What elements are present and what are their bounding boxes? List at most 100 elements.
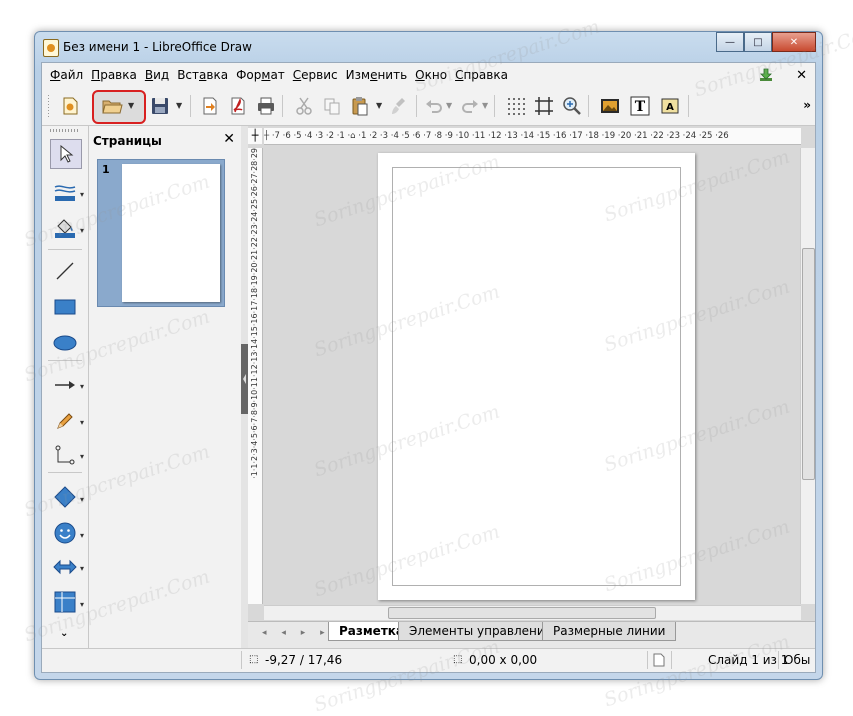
page-style-indicator: Обы [784,653,811,667]
update-download-icon[interactable] [758,67,774,83]
tab-controls[interactable]: Элементы управления [398,622,563,641]
pointer-arrow-icon [60,145,74,163]
zoom-magnifier-icon [563,97,581,115]
fill-color-tool[interactable] [50,214,80,242]
menu-tools-mnemonic: С [292,68,302,82]
horizontal-ruler[interactable]: ┼ ·7 ·6 ·5 ·4 ·3 ·2 ·1 ·⌂ ·1 ·2 ·3 ·4 ·5… [264,128,801,145]
menu-edit[interactable]: Правка [87,68,141,82]
open-dropdown-arrow[interactable]: ▼ [128,101,134,110]
print-button[interactable] [254,94,278,118]
insert-textbox-button[interactable]: T [628,94,652,118]
smiley-icon [54,522,76,544]
ellipse-icon [53,335,77,351]
panel-splitter[interactable] [241,126,248,648]
freeform-dropdown[interactable]: ▾ [80,418,84,427]
block-arrows-dropdown[interactable]: ▾ [80,564,84,573]
symbol-shapes-dropdown[interactable]: ▾ [80,531,84,540]
basic-shapes-tool[interactable] [50,483,80,511]
arrow-line-dropdown[interactable]: ▾ [80,382,84,391]
open-button[interactable] [100,94,124,118]
menu-file[interactable]: Файл [46,68,87,82]
line-color-tool[interactable] [50,178,80,206]
document-modified-icon[interactable] [653,653,665,667]
connector-tool[interactable] [50,441,80,469]
export-button[interactable] [198,94,222,118]
menubar: Файл Правка Вид Вставка Формат Сервис Из… [42,63,815,87]
fontwork-button[interactable]: A [658,94,682,118]
arrow-line-tool[interactable] [50,371,80,399]
vertical-ruler[interactable]: ·1·1·2·3·4·5·6·7·8·9·10·11·12·13·14·15·1… [248,148,263,604]
menu-insert-label: вка [206,68,229,82]
fill-color-dropdown[interactable]: ▾ [80,226,84,235]
symbol-shapes-tool[interactable] [50,519,80,547]
save-dropdown-arrow[interactable]: ▼ [176,101,182,110]
close-document-button[interactable]: ✕ [796,68,807,83]
tab-dimension-lines[interactable]: Размерные линии [542,622,677,641]
basic-shapes-dropdown[interactable]: ▾ [80,495,84,504]
diamond-icon [54,486,76,508]
menu-tools[interactable]: Сервис [289,68,342,82]
more-tools-chevron-icon[interactable]: ⌄ [60,628,68,639]
page-thumbnail-selected[interactable]: 1 [97,159,225,307]
drawing-page[interactable] [378,153,695,600]
undo-dropdown-arrow[interactable]: ▼ [446,101,452,110]
menu-help[interactable]: Справка [451,68,512,82]
line-color-dropdown[interactable]: ▾ [80,190,84,199]
horizontal-scrollbar[interactable] [264,605,801,620]
undo-button[interactable] [422,94,446,118]
printer-icon [258,97,274,115]
flowchart-dropdown[interactable]: ▾ [80,600,84,609]
grid-button[interactable] [504,94,528,118]
zoom-button[interactable] [560,94,584,118]
flowchart-tool[interactable] [50,588,80,616]
drawing-toolbar-grip[interactable] [50,129,80,132]
tab-navigation-arrows[interactable]: ◂ ◂ ▸ ▸ [262,628,331,638]
redo-dropdown-arrow[interactable]: ▼ [482,101,488,110]
line-color-icon [54,185,76,201]
pages-panel-close-icon[interactable]: ✕ [223,131,235,147]
menu-view[interactable]: Вид [141,68,173,82]
toolbar-overflow-button[interactable]: » [803,98,811,112]
block-arrows-tool[interactable] [50,553,80,581]
paste-button[interactable] [348,94,372,118]
connector-dropdown[interactable]: ▾ [80,452,84,461]
horizontal-scroll-thumb[interactable] [388,607,656,619]
redo-button[interactable] [458,94,482,118]
cut-button[interactable] [292,94,316,118]
menu-format[interactable]: Формат [232,68,289,82]
new-document-button[interactable] [58,94,82,118]
toolbar-separator [190,95,191,117]
helplines-button[interactable] [532,94,556,118]
ellipse-tool[interactable] [50,329,80,357]
rectangle-tool[interactable] [50,293,80,321]
select-tool[interactable] [50,139,82,169]
menu-file-mnemonic: Ф [50,68,61,82]
status-separator [241,651,242,669]
splitter-collapse-handle[interactable] [241,344,248,414]
page-margin-border [392,167,681,586]
paste-clipboard-icon [352,97,368,116]
toolbar-separator [282,95,283,117]
vertical-scrollbar[interactable] [800,148,815,604]
export-icon [203,97,217,115]
menu-file-label: айл [60,68,84,82]
save-button[interactable] [148,94,172,118]
toolbar-grip[interactable] [48,95,49,117]
insert-image-button[interactable] [598,94,622,118]
menu-insert[interactable]: Вставка [173,68,232,82]
vertical-scroll-thumb[interactable] [802,248,815,480]
copy-button[interactable] [320,94,344,118]
menu-window[interactable]: Окно [411,68,451,82]
maximize-button[interactable]: □ [744,32,772,52]
drawing-canvas[interactable] [264,148,801,604]
line-tool[interactable] [50,257,80,285]
clone-formatting-button[interactable] [388,94,412,118]
paste-dropdown-arrow[interactable]: ▼ [376,101,382,110]
freeform-tool[interactable] [50,407,80,435]
export-pdf-button[interactable] [226,94,250,118]
page-thumbnail-number: 1 [102,163,110,176]
minimize-button[interactable]: — [716,32,744,52]
menu-modify[interactable]: Изменить [342,68,412,82]
close-button[interactable]: ✕ [772,32,816,52]
title-bar: Без имени 1 - LibreOffice Draw — □ ✕ [35,32,822,62]
